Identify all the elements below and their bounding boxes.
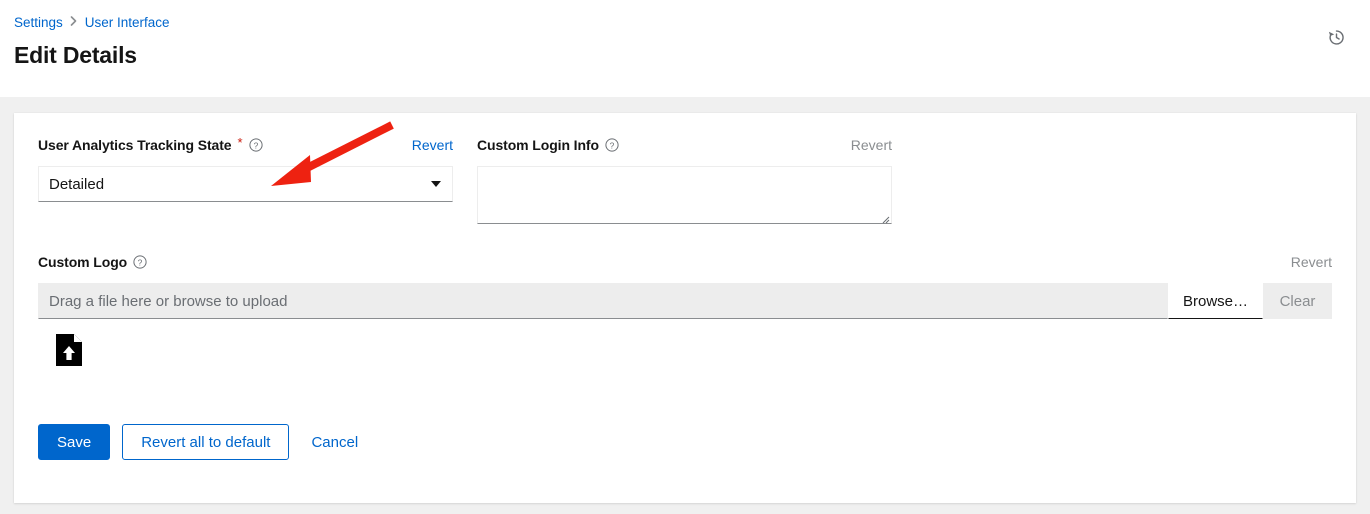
analytics-tracking-selected-value: Detailed <box>49 175 105 193</box>
breadcrumb-item-user-interface[interactable]: User Interface <box>85 15 170 31</box>
svg-text:?: ? <box>610 140 615 150</box>
page-header: Settings User Interface Edit Details <box>0 0 1370 97</box>
field-label: User Analytics Tracking State <box>38 137 232 153</box>
edit-details-card: User Analytics Tracking State * ? Revert… <box>14 113 1356 503</box>
field-header: Custom Logo ? Revert <box>38 252 1332 272</box>
chevron-down-icon[interactable] <box>431 181 441 187</box>
revert-link-custom-logo: Revert <box>1290 254 1332 270</box>
page-title: Edit Details <box>14 42 137 68</box>
revert-link-analytics[interactable]: Revert <box>412 137 453 153</box>
custom-logo-file-placeholder: Drag a file here or browse to upload <box>49 292 288 310</box>
file-upload-icon <box>54 333 84 367</box>
svg-text:?: ? <box>253 140 258 150</box>
revert-all-to-default-button[interactable]: Revert all to default <box>122 424 290 460</box>
custom-login-info-textarea-wrap[interactable] <box>477 166 892 224</box>
cancel-button[interactable]: Cancel <box>301 424 368 460</box>
custom-logo-file-input[interactable]: Drag a file here or browse to upload <box>38 283 1168 319</box>
svg-text:?: ? <box>138 257 143 267</box>
field-label: Custom Login Info <box>477 137 599 153</box>
history-icon[interactable] <box>1324 25 1348 49</box>
field-header: User Analytics Tracking State * ? Revert <box>38 135 453 155</box>
field-user-analytics-tracking-state: User Analytics Tracking State * ? Revert… <box>38 135 453 224</box>
form-row-top: User Analytics Tracking State * ? Revert… <box>38 135 1332 224</box>
clear-button: Clear <box>1263 283 1332 319</box>
breadcrumb: Settings User Interface <box>14 14 1352 31</box>
custom-login-info-textarea[interactable] <box>478 167 891 223</box>
help-circle-icon[interactable]: ? <box>133 255 147 269</box>
analytics-tracking-select[interactable]: Detailed <box>38 166 453 202</box>
required-marker: * <box>237 135 243 150</box>
field-custom-login-info: Custom Login Info ? Revert <box>477 135 892 224</box>
help-circle-icon[interactable]: ? <box>248 138 263 152</box>
field-header: Custom Login Info ? Revert <box>477 135 892 155</box>
breadcrumb-item-settings[interactable]: Settings <box>14 15 63 31</box>
field-custom-logo: Custom Logo ? Revert Drag a file here or… <box>38 252 1332 367</box>
field-label: Custom Logo <box>38 254 128 270</box>
revert-link-custom-login-info: Revert <box>850 137 892 153</box>
breadcrumb-separator-icon <box>70 16 78 29</box>
form-actions: Save Revert all to default Cancel <box>38 424 368 460</box>
save-button[interactable]: Save <box>38 424 111 460</box>
browse-button[interactable]: Browse… <box>1168 283 1263 319</box>
custom-logo-file-upload: Drag a file here or browse to upload Bro… <box>38 283 1332 319</box>
help-circle-icon[interactable]: ? <box>605 138 619 152</box>
